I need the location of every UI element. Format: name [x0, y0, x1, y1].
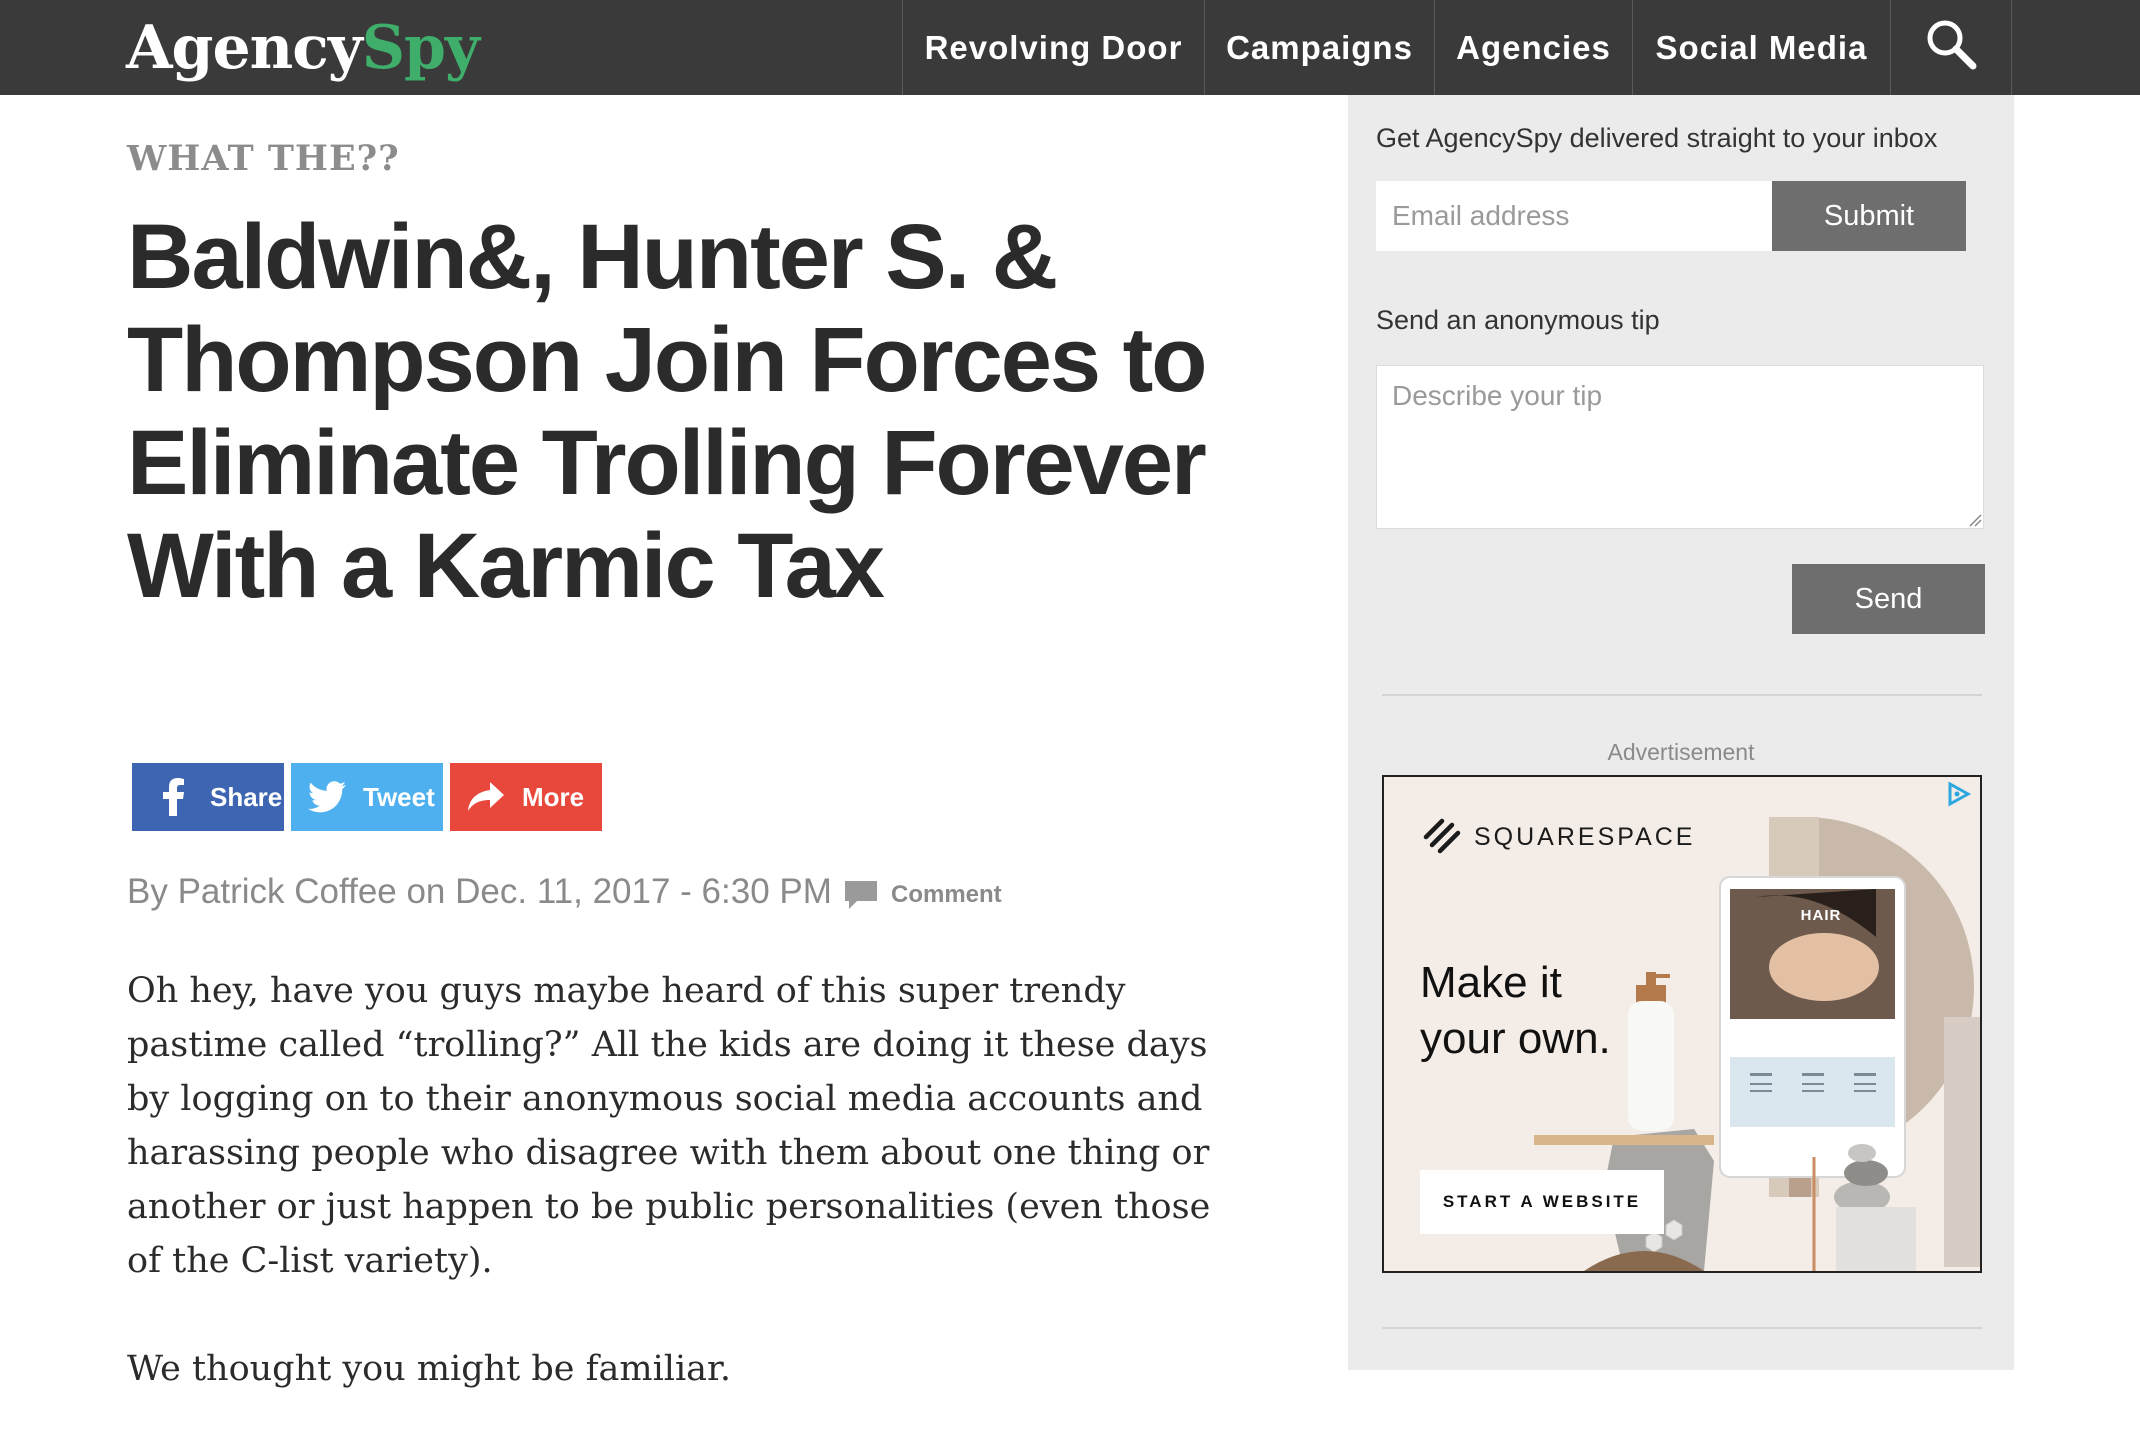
ad-tagline-line2: your own. — [1420, 1014, 1611, 1063]
search-button[interactable] — [1890, 0, 2012, 95]
main-nav: Revolving Door Campaigns Agencies Social… — [902, 0, 2012, 95]
facebook-share-button[interactable]: Share — [132, 763, 284, 831]
tablet-hair-title: HAIR — [1800, 907, 1842, 924]
sidebar-divider — [1382, 1327, 1982, 1329]
article-paragraph: Oh hey, have you guys maybe heard of thi… — [127, 971, 1211, 1281]
twitter-share-button[interactable]: Tweet — [291, 763, 443, 831]
share-arrow-icon — [466, 777, 506, 817]
squarespace-ad[interactable]: HAIR SQUARESPACE Make it your own. START… — [1382, 775, 1982, 1273]
squarespace-wordmark: SQUARESPACE — [1474, 823, 1696, 851]
more-share-label: More — [522, 781, 585, 812]
send-button[interactable]: Send — [1792, 564, 1985, 634]
sidebar-divider — [1382, 694, 1982, 696]
logo-text-spy: Spy — [361, 13, 480, 83]
email-field[interactable] — [1376, 181, 1784, 251]
start-website-button[interactable]: START A WEBSITE — [1420, 1170, 1664, 1234]
logo-text-agency: Agency — [126, 13, 363, 83]
twitter-icon — [307, 777, 347, 817]
agencyspy-logo[interactable]: AgencySpy — [126, 8, 480, 88]
resize-grip-icon[interactable] — [1968, 513, 1982, 532]
submit-button[interactable]: Submit — [1772, 181, 1966, 251]
more-share-button[interactable]: More — [450, 763, 602, 831]
ad-tagline: Make it your own. — [1420, 955, 1611, 1067]
comment-label: Comment — [891, 881, 1002, 908]
nav-item-campaigns[interactable]: Campaigns — [1204, 0, 1434, 95]
nav-item-revolving-door[interactable]: Revolving Door — [902, 0, 1204, 95]
comment-link[interactable]: Comment — [843, 879, 1002, 911]
comment-bubble-icon — [843, 879, 879, 911]
newsletter-label: Get AgencySpy delivered straight to your… — [1376, 123, 1938, 153]
squarespace-logo: SQUARESPACE — [1420, 815, 1695, 860]
article-byline: By Patrick Coffee on Dec. 11, 2017 - 6:3… — [127, 872, 832, 911]
advertisement-label: Advertisement — [1607, 739, 1755, 765]
facebook-share-label: Share — [210, 781, 283, 812]
tip-textarea[interactable] — [1376, 365, 1984, 529]
tip-label: Send an anonymous tip — [1376, 305, 1660, 335]
nav-item-agencies[interactable]: Agencies — [1434, 0, 1632, 95]
share-bar: Share Tweet More — [132, 763, 602, 831]
sidebar: Get AgencySpy delivered straight to your… — [1348, 95, 2014, 1370]
article-kicker[interactable]: WHAT THE?? — [127, 138, 400, 179]
adchoices-icon[interactable] — [1946, 781, 1972, 812]
article-body: Oh hey, have you guys maybe heard of thi… — [127, 964, 1247, 1450]
facebook-icon — [154, 777, 194, 817]
article-headline: Baldwin&, Hunter S. & Thompson Join Forc… — [127, 206, 1207, 617]
twitter-share-label: Tweet — [363, 781, 435, 812]
top-nav-bar: AgencySpy Revolving Door Campaigns Agenc… — [0, 0, 2140, 95]
search-icon — [1924, 17, 1978, 79]
article-paragraph: We thought you might be familiar. — [127, 1349, 732, 1389]
squarespace-logo-icon — [1420, 815, 1464, 860]
nav-item-social-media[interactable]: Social Media — [1632, 0, 1890, 95]
ad-tagline-line1: Make it — [1420, 958, 1562, 1007]
